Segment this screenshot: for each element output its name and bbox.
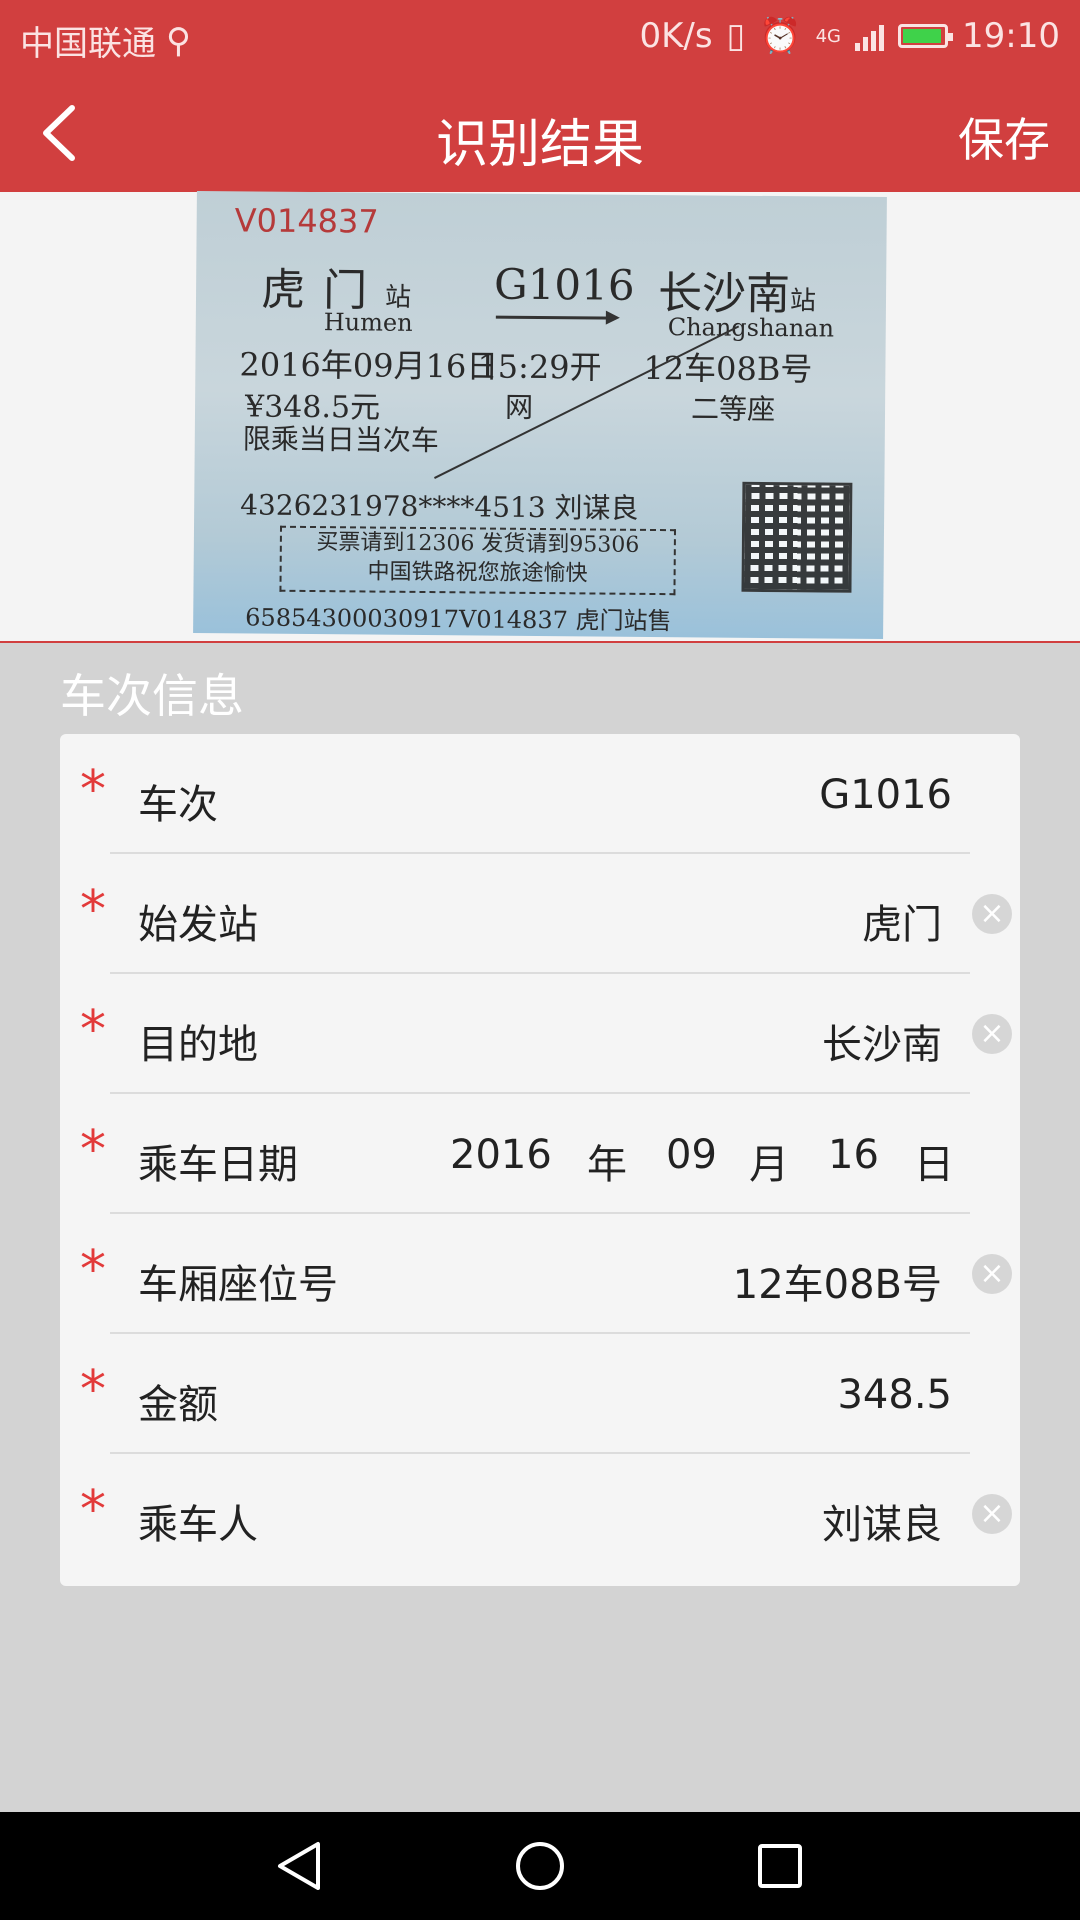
status-bar: 中国联通 ⚲ 0K/s ▯ ⏰ 4G 19:10: [0, 0, 1080, 76]
clear-icon[interactable]: ×: [972, 894, 1012, 934]
ticket-date: 2016年09月16日: [239, 345, 499, 386]
nav-back-icon[interactable]: [272, 1838, 328, 1894]
signal-icon: [855, 21, 885, 51]
field-label: 车厢座位号: [138, 1262, 338, 1308]
battery-icon: [898, 24, 954, 48]
ticket-station-suffix-2: 站: [789, 286, 817, 317]
section-title: 车次信息: [60, 669, 244, 723]
required-mark: *: [80, 1000, 106, 1060]
field-travel-date[interactable]: * 乘车日期 2016 年 09 月 16 日: [60, 1094, 1020, 1214]
ticket-time: 15:29开: [477, 347, 602, 387]
origin-input[interactable]: 虎门: [862, 892, 942, 950]
required-mark: *: [80, 1360, 106, 1420]
qr-code-icon: [741, 481, 853, 593]
field-origin[interactable]: * 始发站 虎门 ×: [60, 854, 1020, 974]
date-month-input[interactable]: 09: [666, 1132, 717, 1178]
ticket-to-pinyin: Changshanan: [667, 313, 835, 343]
field-label: 乘车人: [138, 1502, 258, 1548]
ticket-train-no: G1016: [493, 259, 635, 310]
nav-home-icon[interactable]: [512, 1838, 568, 1894]
field-train-no[interactable]: * 车次 G1016: [60, 734, 1020, 854]
date-month-unit: 月: [749, 1142, 789, 1188]
required-mark: *: [80, 880, 106, 940]
trip-info-card: * 车次 G1016 * 始发站 虎门 × * 目的地 长沙南 × * 乘车日期…: [60, 734, 1020, 1586]
app-bar: 识别结果 保存: [0, 76, 1080, 192]
required-mark: *: [80, 1240, 106, 1300]
network-type: 4G: [815, 25, 842, 47]
ticket-notice-line-2: 中国铁路祝您旅途愉快: [367, 559, 588, 587]
required-mark: *: [80, 1120, 106, 1180]
field-label: 车次: [138, 782, 218, 828]
ticket-id-name: 4326231978****4513 刘谋良: [240, 488, 639, 525]
ticket-photo-area: V014837 虎门站 G1016 长沙南站 Humen Changshanan…: [0, 190, 1080, 643]
save-button[interactable]: 保存: [958, 104, 1050, 170]
passenger-input[interactable]: 刘谋良: [822, 1492, 942, 1550]
date-year-unit: 年: [587, 1142, 627, 1188]
system-nav-bar: [0, 1812, 1080, 1920]
clear-icon[interactable]: ×: [972, 1494, 1012, 1534]
ticket-arrow: [495, 315, 616, 320]
ticket-notice-line-1: 买票请到12306 发货请到95306: [316, 530, 640, 558]
field-label: 始发站: [138, 902, 258, 948]
ticket-photo[interactable]: V014837 虎门站 G1016 长沙南站 Humen Changshanan…: [193, 190, 887, 640]
ticket-limit-note: 限乘当日当次车: [242, 422, 439, 458]
required-mark: *: [80, 760, 106, 820]
ticket-seat-class: 二等座: [690, 392, 776, 427]
field-seat[interactable]: * 车厢座位号 12车08B号 ×: [60, 1214, 1020, 1334]
field-destination[interactable]: * 目的地 长沙南 ×: [60, 974, 1020, 1094]
field-label: 金额: [138, 1382, 218, 1428]
clear-icon[interactable]: ×: [972, 1014, 1012, 1054]
amount-input[interactable]: 348.5: [837, 1372, 952, 1418]
date-day-unit: 日: [914, 1142, 954, 1188]
date-day-input[interactable]: 16: [828, 1132, 879, 1178]
field-amount[interactable]: * 金额 348.5: [60, 1334, 1020, 1454]
field-passenger[interactable]: * 乘车人 刘谋良 ×: [60, 1454, 1020, 1574]
date-year-input[interactable]: 2016: [450, 1132, 552, 1178]
carrier-name: 中国联通: [20, 24, 156, 64]
ticket-bottom-code: 65854300030917V014837 虎门站售: [245, 603, 672, 636]
usb-icon: ⚲: [166, 20, 191, 61]
ticket-notice: 买票请到12306 发货请到95306 中国铁路祝您旅途愉快: [279, 525, 677, 596]
train-no-input[interactable]: G1016: [819, 772, 952, 818]
field-label: 目的地: [138, 1022, 258, 1068]
destination-input[interactable]: 长沙南: [822, 1012, 942, 1070]
seat-input[interactable]: 12车08B号: [733, 1252, 942, 1310]
page-title: 识别结果: [435, 115, 644, 175]
net-speed: 0K/s: [639, 16, 713, 56]
nav-recent-apps-icon[interactable]: [752, 1838, 808, 1894]
ticket-channel: 网: [504, 390, 534, 424]
clear-icon[interactable]: ×: [972, 1254, 1012, 1294]
alarm-icon: ⏰: [759, 16, 802, 56]
ticket-seat: 12车08B号: [643, 348, 813, 389]
required-mark: *: [80, 1480, 106, 1540]
vibrate-icon: ▯: [726, 16, 746, 56]
ticket-serial: V014837: [234, 201, 379, 241]
field-label: 乘车日期: [138, 1142, 298, 1188]
ticket-from-pinyin: Humen: [323, 308, 413, 337]
clock: 19:10: [962, 16, 1060, 56]
